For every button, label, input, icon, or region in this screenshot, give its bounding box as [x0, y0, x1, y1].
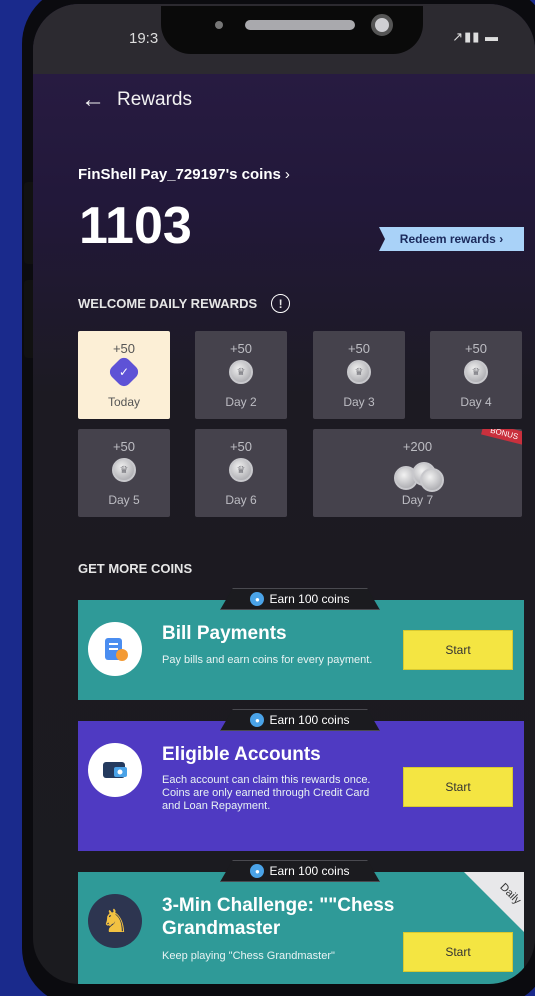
task-card-eligible-accounts: Eligible Accounts Each account can claim…: [78, 709, 524, 855]
camera-icon: [371, 14, 393, 36]
chevron-right-icon: ›: [499, 232, 504, 246]
earn-coins-tag: ● Earn 100 coins: [220, 588, 380, 610]
daily-label: Daily: [496, 881, 523, 907]
day-amount: +50: [229, 439, 253, 454]
coin-icon: ●: [250, 592, 265, 606]
bill-icon: [88, 622, 142, 676]
task-card-body: ♞ 3-Min Challenge: ""Chess Grandmaster K…: [78, 872, 524, 984]
status-bar: 19:3 ↗▮▮ ▬: [33, 4, 535, 74]
task-card-bill-payments: Bill Payments Pay bills and earn coins f…: [78, 588, 524, 704]
day-amount: +50: [229, 341, 253, 356]
chevron-right-icon: ›: [284, 166, 290, 183]
start-button-eligible-accounts[interactable]: Start: [403, 767, 513, 807]
day-tile-6[interactable]: +50 ♛ Day 6: [195, 429, 287, 517]
day-tile-7[interactable]: +200 Day 7 BONUS: [313, 429, 522, 517]
account-icon: [88, 743, 142, 797]
coin-balance: 1103: [79, 197, 192, 255]
coin-icon: ♛: [229, 360, 253, 384]
redeem-label: Redeem rewards: [399, 232, 496, 246]
start-button-bill-payments[interactable]: Start: [403, 630, 513, 670]
speaker-icon: [245, 20, 355, 30]
welcome-title-text: WELCOME DAILY REWARDS: [78, 296, 258, 311]
day-label: Day 3: [343, 395, 375, 409]
more-coins-section-title: GET MORE COINS: [78, 561, 193, 576]
page-title: Rewards: [117, 89, 192, 110]
earn-coins-tag: ● Earn 100 coins: [220, 709, 380, 731]
day-label: Day 7: [401, 493, 434, 507]
coin-icon: ♛: [464, 360, 488, 384]
day-tile-2[interactable]: +50 ♛ Day 2: [195, 331, 287, 419]
clock: 19:3: [129, 30, 159, 47]
day-amount: +50: [112, 341, 136, 356]
day-label: Today: [107, 395, 141, 409]
day-amount: +50: [464, 341, 488, 356]
day-tile-5[interactable]: +50 ♛ Day 5: [78, 429, 170, 517]
day-label: Day 2: [225, 395, 257, 409]
chess-knight-icon: ♞: [88, 894, 142, 948]
day-amount: +50: [112, 439, 136, 454]
welcome-section-title: WELCOME DAILY REWARDS !: [78, 294, 291, 313]
task-card-chess-challenge: ♞ 3-Min Challenge: ""Chess Grandmaster K…: [78, 860, 524, 984]
day-tile-3[interactable]: +50 ♛ Day 3: [313, 331, 405, 419]
coin-icon: ●: [250, 864, 265, 878]
earn-coins-tag: ● Earn 100 coins: [220, 860, 380, 882]
coin-stack-icon: [390, 460, 446, 492]
tag-text: Earn 100 coins: [269, 864, 350, 878]
back-arrow-icon[interactable]: ←: [81, 86, 105, 114]
tag-text: Earn 100 coins: [269, 713, 350, 727]
coin-icon: ♛: [112, 458, 136, 482]
top-nav: ← Rewards: [81, 86, 192, 114]
task-title: Bill Payments: [162, 623, 287, 644]
day-amount: +50: [347, 341, 371, 356]
tag-text: Earn 100 coins: [269, 592, 350, 606]
coin-icon: ♛: [347, 360, 371, 384]
task-description: Keep playing "Chess Grandmaster": [162, 950, 335, 962]
day-label: Day 4: [460, 395, 492, 409]
day-tile-4[interactable]: +50 ♛ Day 4: [430, 331, 522, 419]
task-card-body: Bill Payments Pay bills and earn coins f…: [78, 600, 524, 700]
day-label: Day 6: [225, 493, 257, 507]
start-button-chess-challenge[interactable]: Start: [403, 932, 513, 972]
redeem-rewards-button[interactable]: Redeem rewards ›: [379, 227, 524, 251]
coin-icon: ●: [250, 713, 265, 727]
day-amount: +200: [402, 439, 433, 454]
coins-owner-link[interactable]: FinShell Pay_729197's coins ›: [78, 166, 290, 183]
day-label: Day 5: [108, 493, 140, 507]
task-description: Each account can claim this rewards once…: [162, 774, 371, 812]
task-title: Eligible Accounts: [162, 744, 321, 765]
app-screen: 19:3 ↗▮▮ ▬ ← Rewards FinShell Pay_729197…: [33, 4, 535, 984]
task-card-body: Eligible Accounts Each account can claim…: [78, 721, 524, 851]
check-badge-icon: ✓: [107, 355, 141, 389]
daily-ribbon: Daily: [464, 872, 524, 932]
day-tile-today[interactable]: +50 ✓ Today: [78, 331, 170, 419]
signal-battery-icon: ↗▮▮ ▬: [452, 29, 499, 44]
sensor-icon: [215, 21, 223, 29]
coin-icon: ♛: [229, 458, 253, 482]
task-description: Pay bills and earn coins for every payme…: [162, 654, 373, 666]
task-title: 3-Min Challenge: ""Chess Grandmaster: [162, 895, 395, 939]
owner-label: FinShell Pay_729197's coins: [78, 166, 281, 183]
info-icon[interactable]: !: [271, 294, 291, 313]
